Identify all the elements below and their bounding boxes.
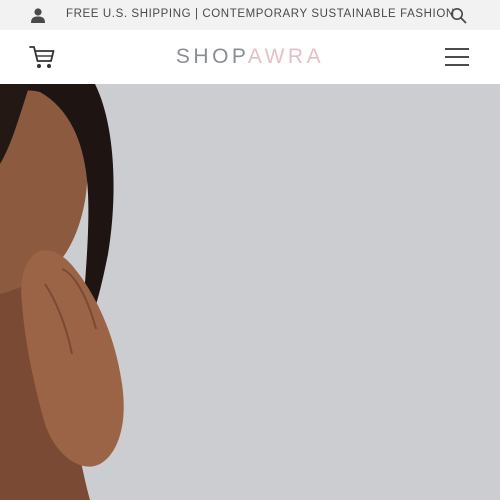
logo-text-shop: SHOP — [175, 45, 248, 68]
hero-banner[interactable] — [0, 84, 500, 500]
user-icon[interactable] — [30, 7, 46, 23]
site-logo[interactable]: SHOPAWRA — [0, 44, 500, 70]
search-icon[interactable] — [450, 7, 467, 24]
hero-model-photo — [0, 84, 124, 500]
announcement-bar: FREE U.S. SHIPPING | CONTEMPORARY SUSTAI… — [0, 0, 500, 30]
hamburger-menu-icon[interactable] — [443, 45, 471, 69]
logo-text-awra: AWRA — [247, 45, 325, 68]
promo-text: FREE U.S. SHIPPING | CONTEMPORARY SUSTAI… — [66, 8, 455, 20]
site-header: SHOPAWRA — [0, 30, 500, 84]
